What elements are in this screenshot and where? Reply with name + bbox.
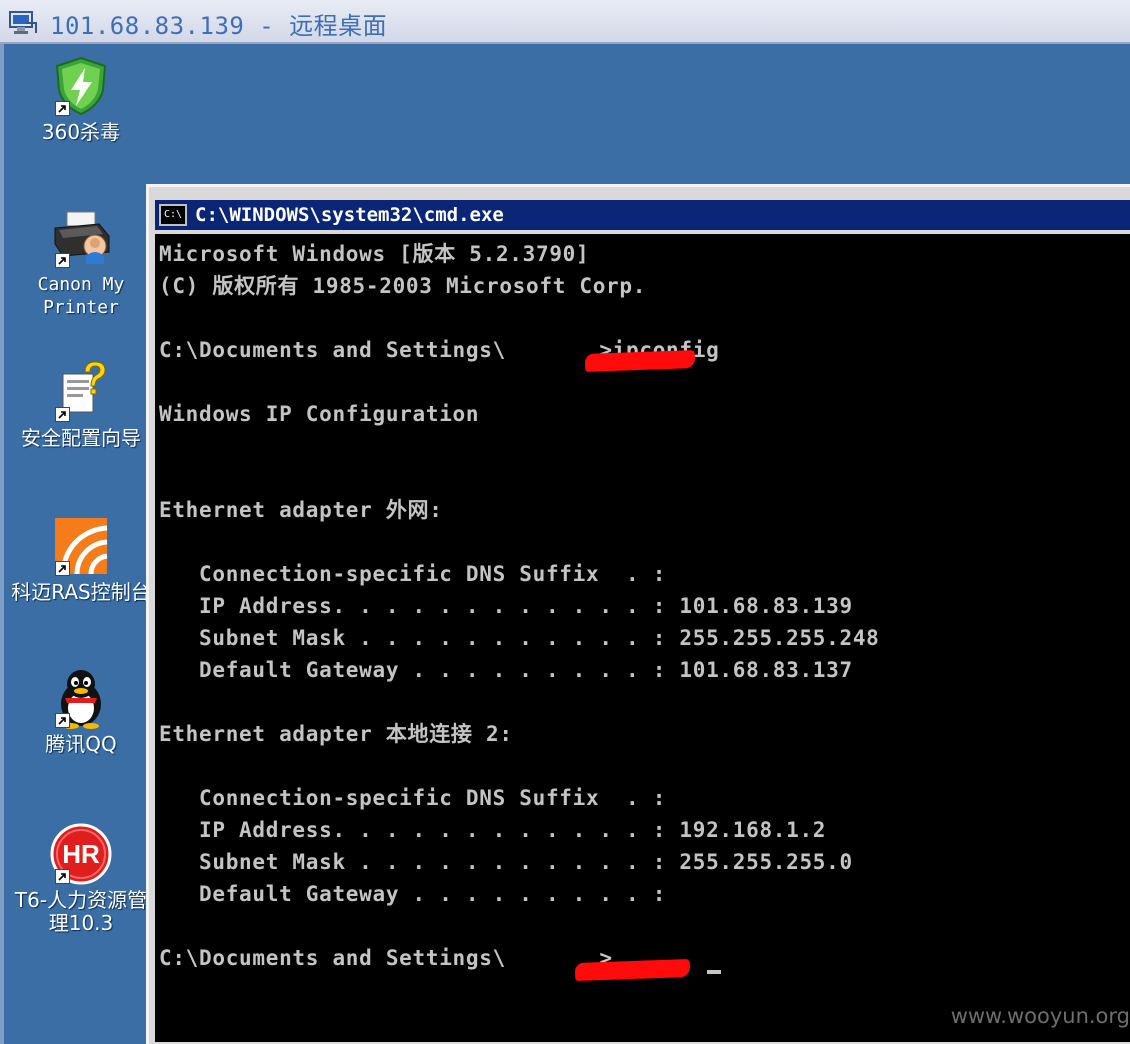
hr-logo-icon: HR [49, 822, 113, 886]
desktop-icon-tencent-qq[interactable]: 腾讯QQ [8, 666, 154, 756]
desktop-icon-canon-printer[interactable]: Canon My Printer [8, 206, 154, 319]
cmd-titlebar[interactable]: C:\ C:\WINDOWS\system32\cmd.exe [155, 200, 1130, 230]
svg-text:HR: HR [62, 839, 100, 869]
cmd-window-icon[interactable]: C:\ [159, 204, 187, 226]
shortcut-arrow-icon [55, 869, 70, 884]
remote-desktop-icon [8, 9, 40, 35]
desktop-icon-label: T6-人力资源管理10.3 [14, 888, 148, 935]
cmd-window[interactable]: C:\ C:\WINDOWS\system32\cmd.exe Microsof… [146, 184, 1130, 1044]
remote-desktop-titlebar[interactable]: 101.68.83.139 - 远程桌面 [0, 0, 1130, 44]
desktop-icon-ras-console[interactable]: 科迈RAS控制台 [8, 514, 154, 604]
desktop-icon-360-antivirus[interactable]: 360杀毒 [8, 54, 154, 144]
redaction-mark [574, 958, 691, 982]
ras-console-icon [49, 514, 113, 578]
remote-desktop-title: 101.68.83.139 - 远程桌面 [50, 12, 388, 40]
console-output[interactable]: Microsoft Windows [版本 5.2.3790] (C) 版权所有… [155, 234, 1130, 1042]
printer-icon [49, 206, 113, 270]
cmd-window-title: C:\WINDOWS\system32\cmd.exe [195, 204, 504, 226]
desktop-icon-security-wizard[interactable]: 安全配置向导 [8, 360, 154, 450]
help-wizard-icon [49, 360, 113, 424]
redaction-mark [584, 350, 696, 372]
desktop-icon-label: 腾讯QQ [45, 732, 117, 756]
shortcut-arrow-icon [55, 561, 70, 576]
console-text: Microsoft Windows [版本 5.2.3790] (C) 版权所有… [159, 242, 880, 970]
desktop-icon-label: Canon My Printer [37, 274, 125, 318]
shortcut-arrow-icon [55, 253, 70, 268]
qq-penguin-icon [49, 666, 113, 730]
text-cursor [707, 970, 721, 974]
desktop-icon-label: 安全配置向导 [21, 426, 141, 450]
desktop-icon-t6-hr[interactable]: HR T6-人力资源管理10.3 [8, 822, 154, 935]
shortcut-arrow-icon [55, 713, 70, 728]
desktop: 360杀毒 Canon My Printer 安全配置向导 科迈RAS控制台 腾… [0, 44, 1130, 1044]
shortcut-arrow-icon [55, 101, 70, 116]
antivirus-shield-icon [49, 54, 113, 118]
desktop-icon-label: 科迈RAS控制台 [11, 580, 151, 604]
shortcut-arrow-icon [55, 407, 70, 422]
watermark: www.wooyun.org [950, 1004, 1130, 1028]
desktop-icon-label: 360杀毒 [41, 120, 121, 144]
